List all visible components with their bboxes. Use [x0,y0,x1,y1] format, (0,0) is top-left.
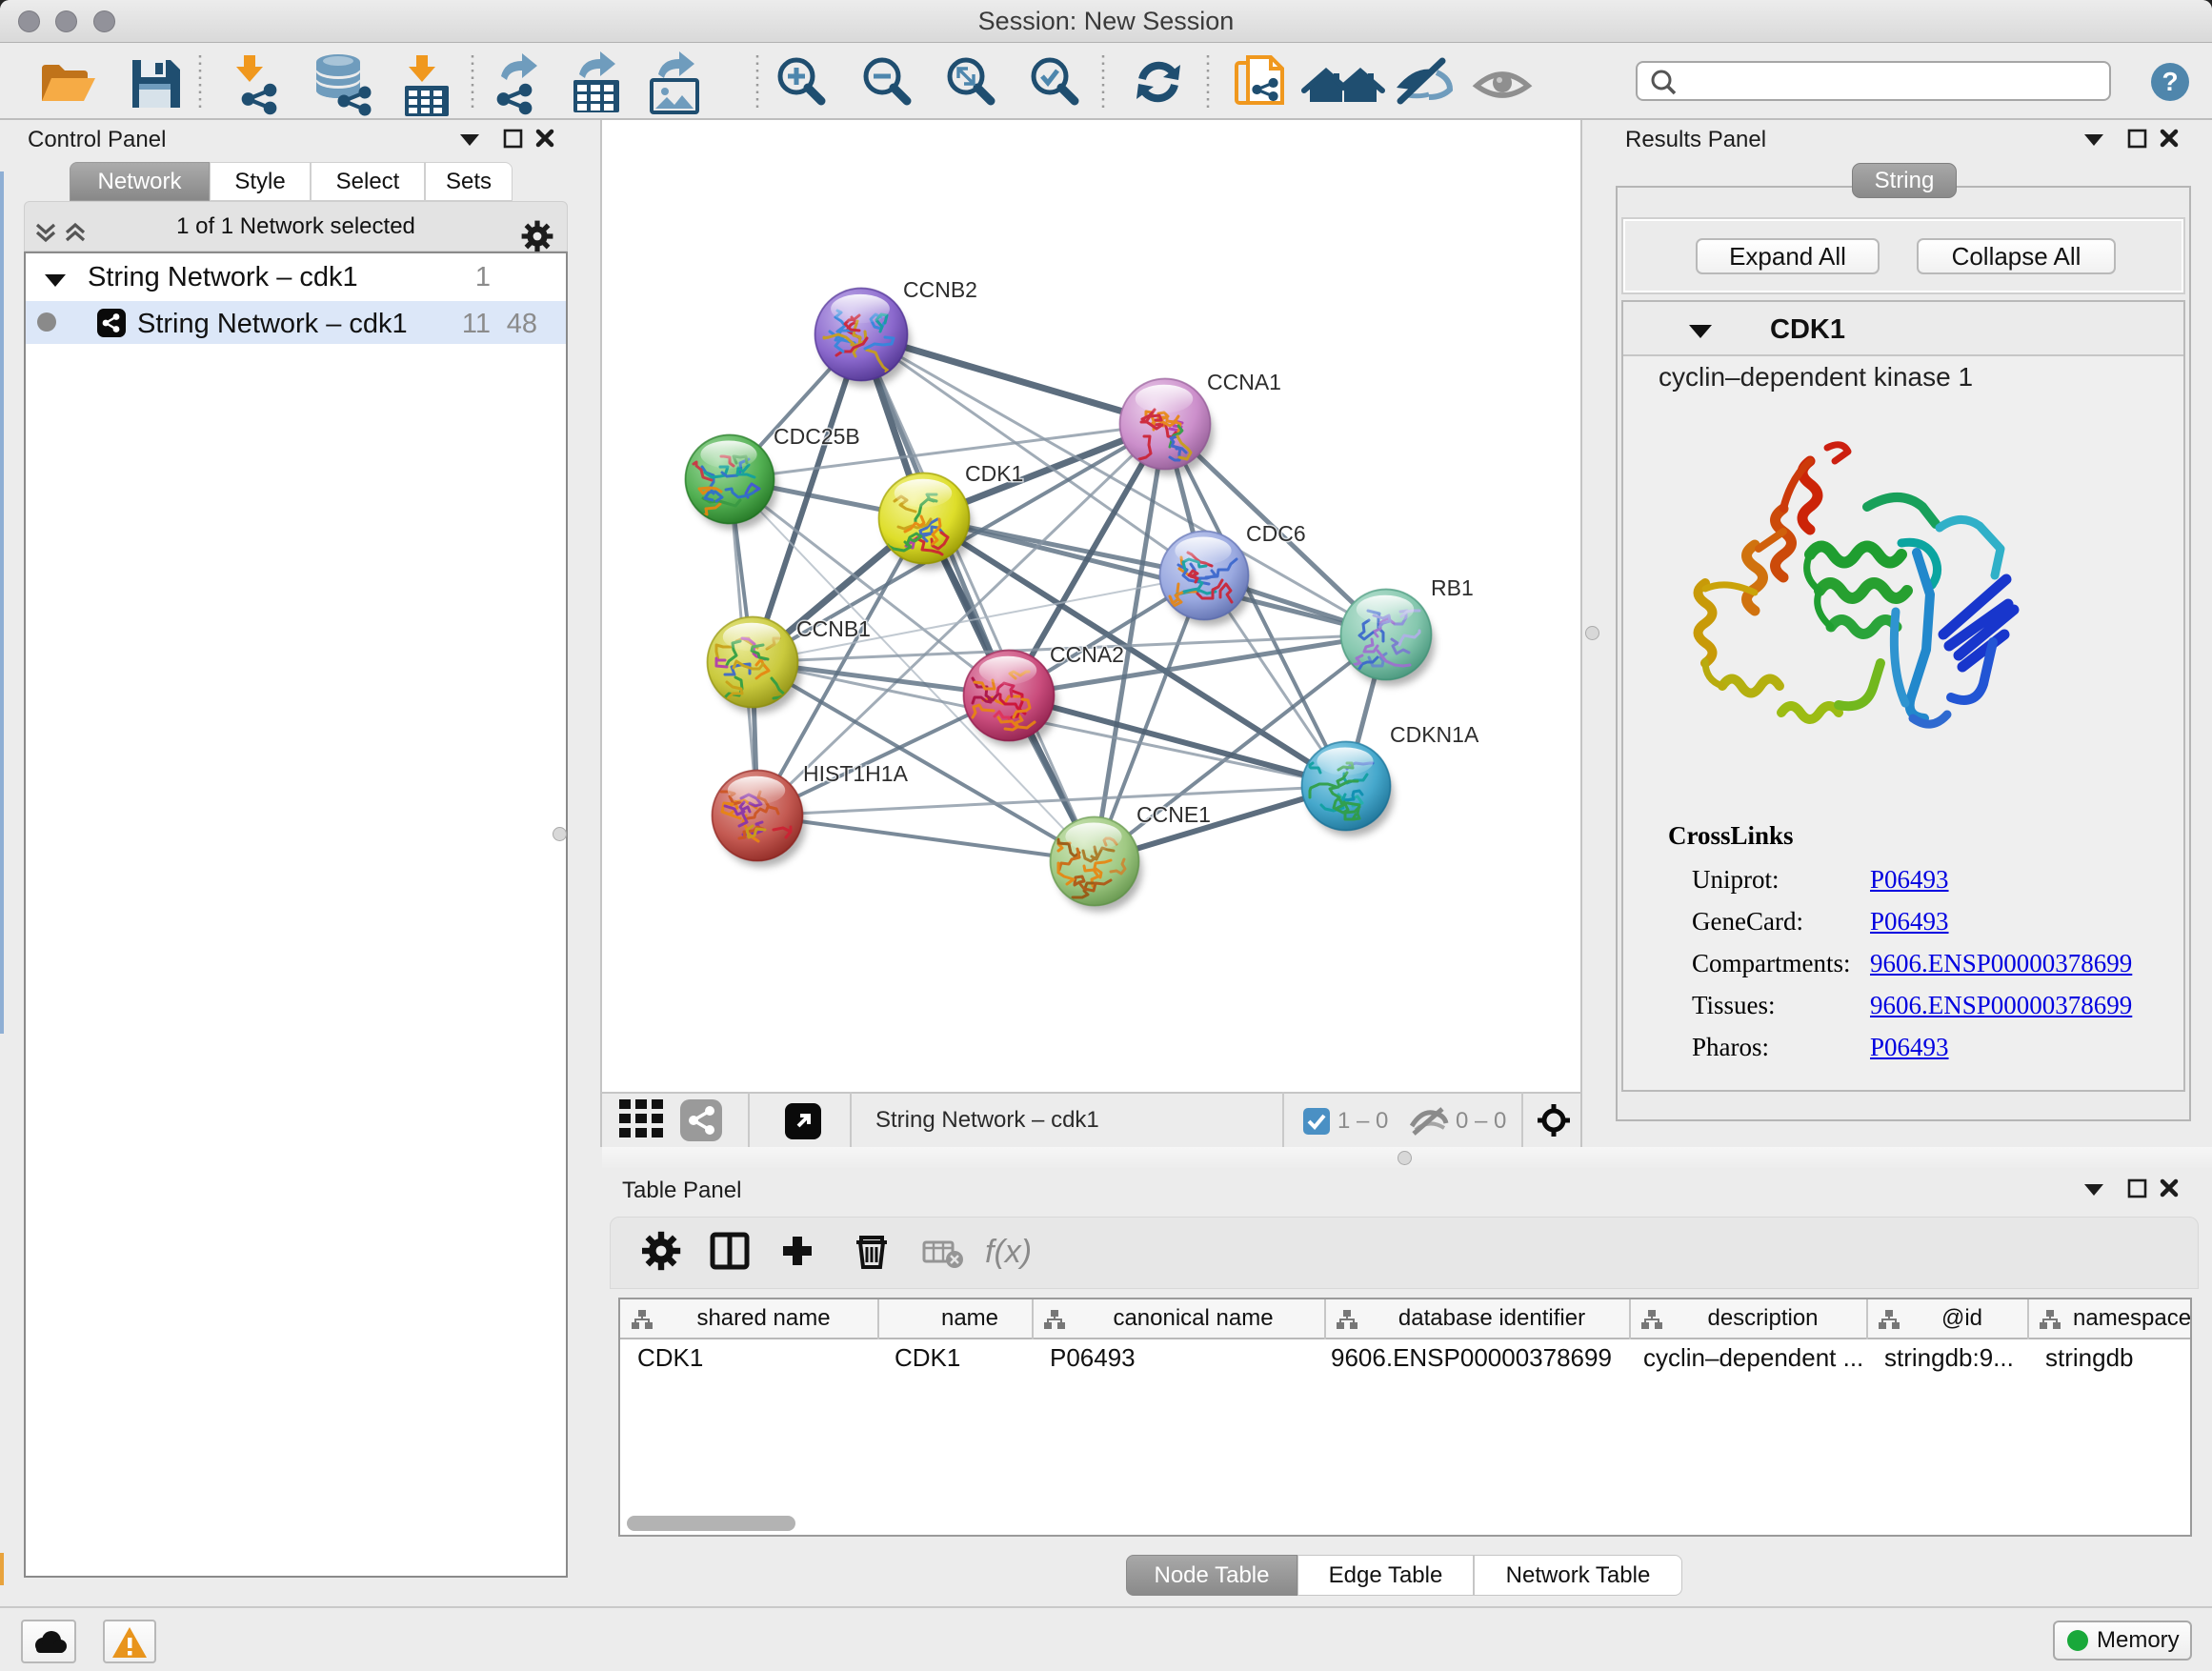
svg-text:CCNE1: CCNE1 [1136,802,1211,827]
svg-text:CCNB2: CCNB2 [903,277,977,302]
svg-text:CCNB1: CCNB1 [796,616,871,641]
svg-text:CCNA1: CCNA1 [1207,370,1281,394]
svg-text:RB1: RB1 [1431,575,1474,600]
svg-text:f(x): f(x) [985,1234,1032,1270]
svg-text:CDK1: CDK1 [965,461,1023,486]
svg-text:CDC25B: CDC25B [774,424,860,449]
svg-text:CDC6: CDC6 [1246,521,1306,546]
svg-text:CDKN1A: CDKN1A [1390,722,1479,747]
svg-text:HIST1H1A: HIST1H1A [803,761,909,786]
svg-text:CCNA2: CCNA2 [1050,642,1124,667]
